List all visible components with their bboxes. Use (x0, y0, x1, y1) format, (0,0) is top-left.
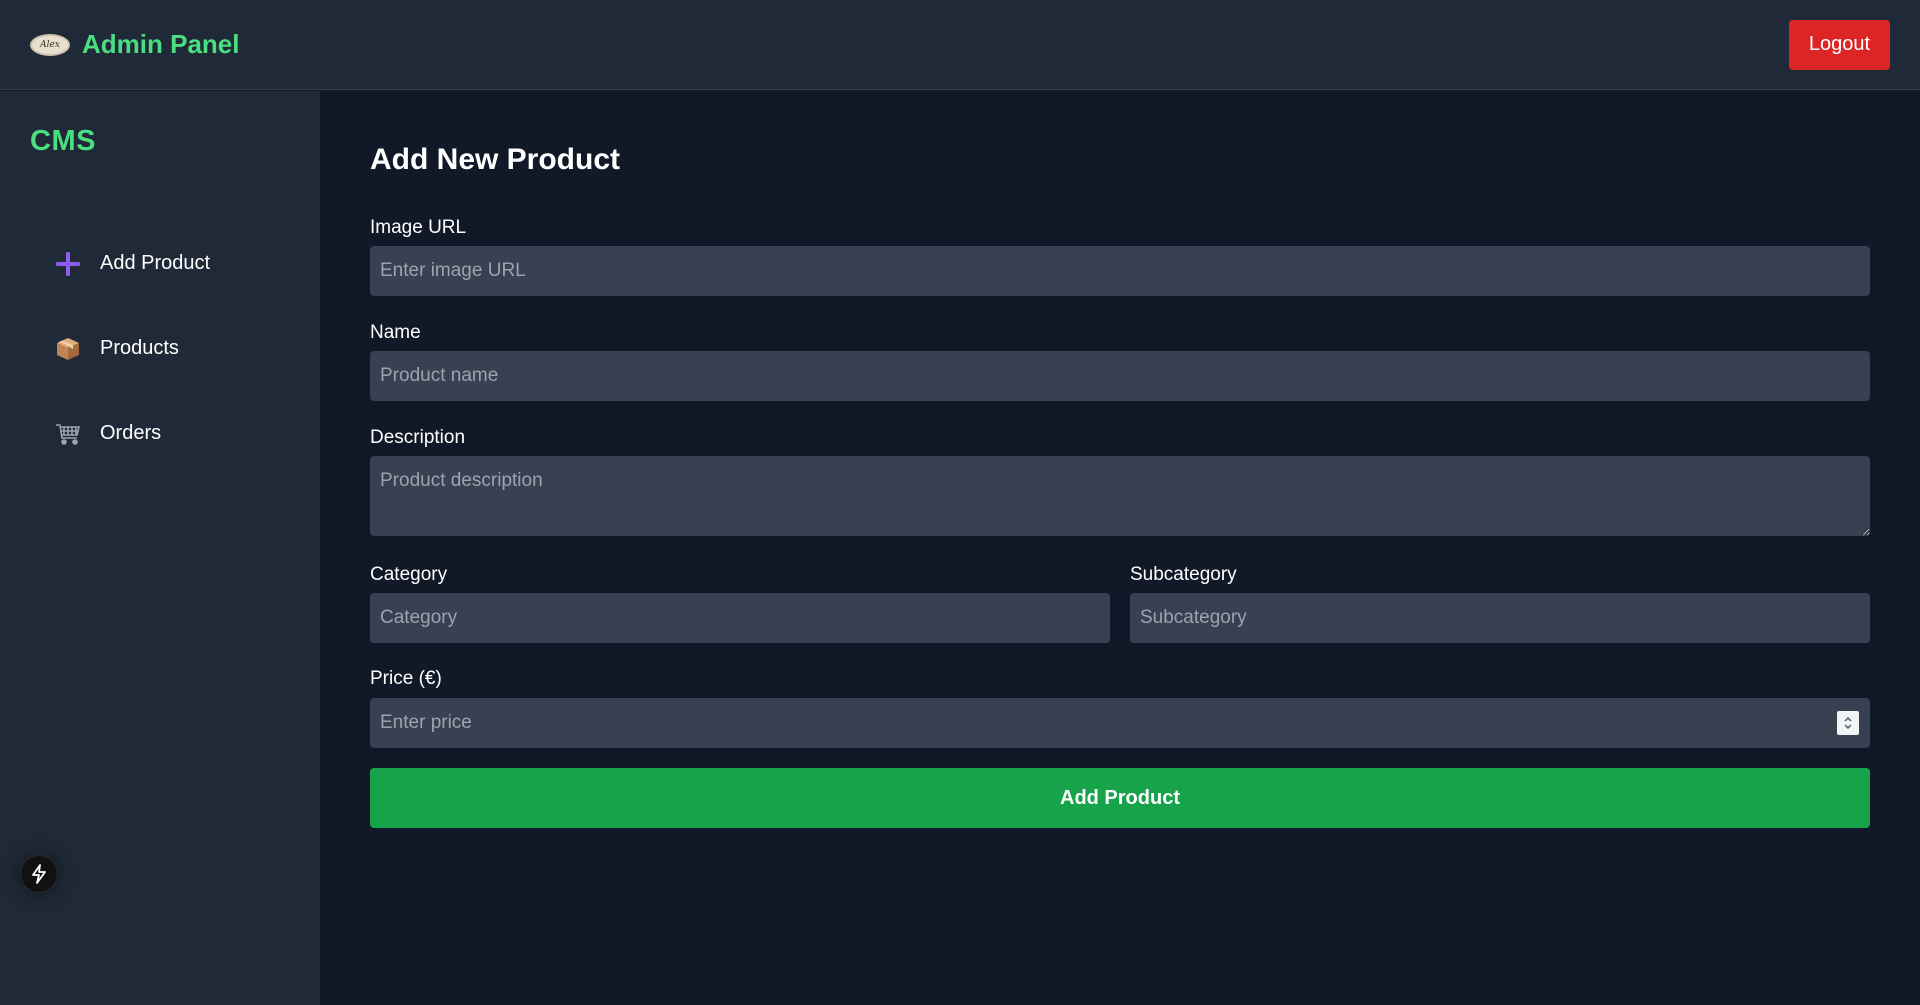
app-title: Admin Panel (82, 29, 240, 59)
brand: Alex Admin Panel (30, 29, 239, 60)
shopping-cart-icon (54, 420, 82, 448)
sidebar-nav: Add Product Products Orders (0, 221, 320, 476)
sidebar: CMS Add Product Products Orders (0, 91, 320, 1005)
package-icon (54, 335, 82, 363)
logout-button[interactable]: Logout (1788, 19, 1890, 70)
add-product-button[interactable]: Add Product (370, 768, 1870, 828)
top-header: Alex Admin Panel Logout (0, 0, 1920, 90)
category-input[interactable] (370, 593, 1110, 643)
sidebar-title: CMS (30, 125, 96, 157)
sidebar-item-orders[interactable]: Orders (0, 391, 320, 476)
logo: Alex (30, 33, 70, 56)
sidebar-item-label: Add Product (100, 252, 211, 274)
category-label: Category (370, 564, 448, 585)
image-url-input[interactable] (370, 246, 1870, 296)
image-url-label: Image URL (370, 217, 467, 238)
description-textarea[interactable] (370, 456, 1870, 536)
sidebar-item-products[interactable]: Products (0, 306, 320, 391)
sidebar-item-label: Products (100, 337, 179, 359)
description-label: Description (370, 427, 466, 448)
sidebar-item-add-product[interactable]: Add Product (0, 221, 320, 306)
name-label: Name (370, 322, 421, 343)
price-label: Price (€) (370, 668, 442, 689)
subcategory-input[interactable] (1130, 593, 1870, 643)
plus-icon (54, 250, 82, 278)
price-input[interactable] (370, 698, 1870, 748)
sidebar-item-label: Orders (100, 422, 162, 444)
subcategory-label: Subcategory (1130, 564, 1237, 585)
name-input[interactable] (370, 351, 1870, 401)
lightning-bolt-icon[interactable] (20, 855, 58, 893)
page-title: Add New Product (370, 143, 621, 176)
price-spinner[interactable] (1837, 711, 1859, 735)
